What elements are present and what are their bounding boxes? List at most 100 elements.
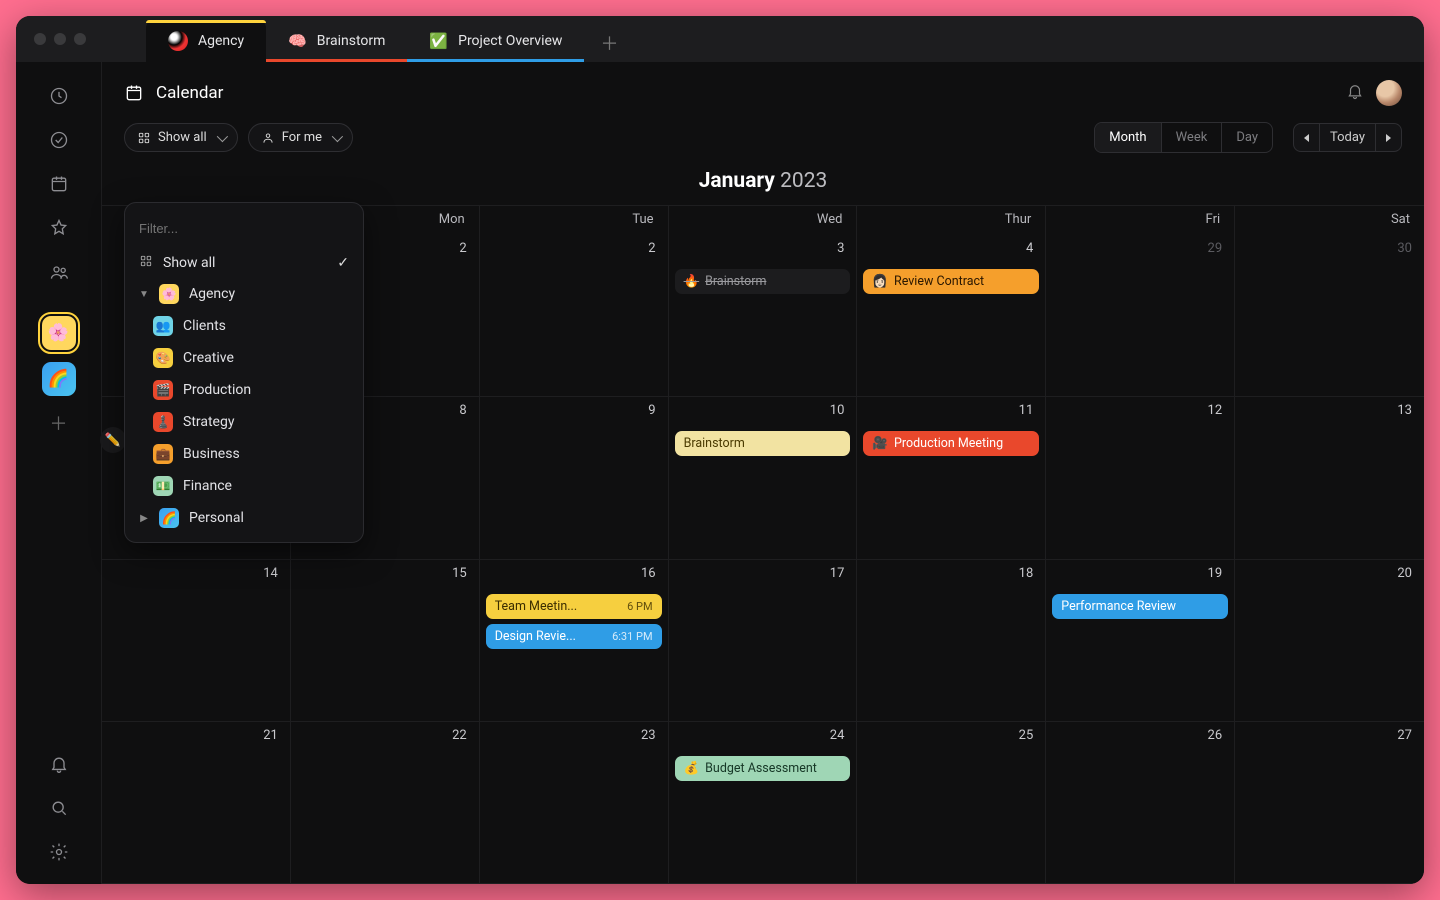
- event-emoji-icon: 🎥: [872, 436, 888, 451]
- calendar-event[interactable]: 🎥 Production Meeting: [863, 431, 1039, 456]
- dropdown-show-all[interactable]: Show all ✓: [125, 248, 363, 278]
- dropdown-item-creative[interactable]: 🎨 Creative: [125, 342, 363, 374]
- day-number: 15: [452, 566, 467, 581]
- sidebar-star-icon[interactable]: [39, 208, 79, 248]
- calendar-cell[interactable]: 13: [1235, 397, 1424, 559]
- calendar-cell[interactable]: 12: [1046, 397, 1235, 559]
- grid-icon: [139, 254, 153, 272]
- calendar-cell[interactable]: 17: [669, 560, 858, 722]
- day-number: 30: [1397, 241, 1412, 256]
- user-avatar[interactable]: [1376, 80, 1402, 106]
- day-number: 3: [837, 241, 844, 256]
- check-icon: ✓: [337, 255, 349, 271]
- sidebar-calendar-icon[interactable]: [39, 164, 79, 204]
- sidebar-clock-icon[interactable]: [39, 76, 79, 116]
- agency-icon: 🌸: [159, 284, 179, 304]
- sidebar-search-icon[interactable]: [39, 788, 79, 828]
- dropdown-item-personal[interactable]: ▶ 🌈 Personal: [125, 502, 363, 534]
- new-tab-button[interactable]: ＋: [590, 24, 628, 62]
- note-icon[interactable]: ✏️: [100, 427, 126, 453]
- prev-period-button[interactable]: [1293, 123, 1320, 152]
- day-number: 24: [830, 728, 845, 743]
- view-week[interactable]: Week: [1162, 123, 1223, 152]
- month-title: January 2023: [102, 165, 1424, 205]
- view-day[interactable]: Day: [1222, 123, 1272, 152]
- next-period-button[interactable]: [1375, 123, 1402, 152]
- calendar-cell[interactable]: 18: [857, 560, 1046, 722]
- calendar-cell[interactable]: 20: [1235, 560, 1424, 722]
- calendar-cell[interactable]: 11🎥Production Meeting: [857, 397, 1046, 559]
- calendar-cell[interactable]: 21: [102, 722, 291, 884]
- sidebar-settings-icon[interactable]: [39, 832, 79, 872]
- calendar-cell[interactable]: 26: [1046, 722, 1235, 884]
- calendar-event[interactable]: 👩🏻Review Contract: [863, 269, 1039, 294]
- dropdown-label: Production: [183, 382, 251, 398]
- event-label: Performance Review: [1061, 599, 1176, 614]
- workspace-agency[interactable]: 🌸: [42, 316, 76, 350]
- calendar-cell[interactable]: 30: [1235, 235, 1424, 397]
- day-number: 22: [452, 728, 467, 743]
- calendar-cell[interactable]: 27: [1235, 722, 1424, 884]
- finance-icon: 💵: [153, 476, 173, 496]
- event-emoji-icon: 🔥: [684, 274, 700, 289]
- calendar-event[interactable]: Design Revie...6:31 PM: [486, 624, 662, 649]
- filter-show-all-button[interactable]: Show all: [124, 123, 238, 152]
- event-emoji-icon: 👩🏻: [872, 274, 888, 289]
- event-label: Team Meetin...: [495, 599, 577, 614]
- dropdown-item-clients[interactable]: 👥 Clients: [125, 310, 363, 342]
- calendar-cell[interactable]: 4👩🏻Review Contract: [857, 235, 1046, 397]
- tab-brainstorm[interactable]: 🧠 Brainstorm: [266, 20, 407, 62]
- minimize-window-icon[interactable]: [54, 33, 66, 45]
- add-workspace-button[interactable]: ＋: [42, 406, 76, 440]
- day-number: 2: [459, 241, 466, 256]
- calendar-cell[interactable]: 19 Performance Review: [1046, 560, 1235, 722]
- dropdown-item-business[interactable]: 💼 Business: [125, 438, 363, 470]
- today-button[interactable]: Today: [1320, 123, 1375, 152]
- close-window-icon[interactable]: [34, 33, 46, 45]
- day-number: 19: [1208, 566, 1223, 581]
- filter-for-me-button[interactable]: For me: [248, 123, 353, 152]
- view-month[interactable]: Month: [1095, 123, 1161, 152]
- sidebar-people-icon[interactable]: [39, 252, 79, 292]
- calendar-event[interactable]: Brainstorm: [675, 431, 851, 456]
- calendar-cell[interactable]: 25: [857, 722, 1046, 884]
- calendar-cell[interactable]: 15: [291, 560, 480, 722]
- calendar-cell[interactable]: 24 💰Budget Assessment: [669, 722, 858, 884]
- filter-search-input[interactable]: [135, 215, 353, 242]
- tab-project-overview[interactable]: ✅ Project Overview: [407, 20, 584, 62]
- event-label: Design Revie...: [495, 629, 576, 644]
- day-number: 20: [1397, 566, 1412, 581]
- calendar-cell[interactable]: 23: [480, 722, 669, 884]
- calendar-cell[interactable]: 3 🔥Brainstorm: [669, 235, 858, 397]
- notification-bell-icon[interactable]: [1346, 82, 1364, 104]
- clients-icon: 👥: [153, 316, 173, 336]
- day-number: 27: [1397, 728, 1412, 743]
- dropdown-item-production[interactable]: 🎬 Production: [125, 374, 363, 406]
- tab-agency[interactable]: Agency: [146, 20, 266, 62]
- page-header: Calendar: [102, 62, 1424, 112]
- calendar-cell[interactable]: 29: [1046, 235, 1235, 397]
- calendar-event[interactable]: Team Meetin...6 PM: [486, 594, 662, 619]
- calendar-cell[interactable]: 14: [102, 560, 291, 722]
- dropdown-item-agency[interactable]: ▼ 🌸 Agency: [125, 278, 363, 310]
- calendar-cell[interactable]: 22: [291, 722, 480, 884]
- event-label: Production Meeting: [894, 436, 1003, 451]
- calendar-event[interactable]: Performance Review: [1052, 594, 1228, 619]
- calendar-cell[interactable]: 10Brainstorm: [669, 397, 858, 559]
- calendar-event[interactable]: 🔥Brainstorm: [675, 269, 851, 294]
- zoom-window-icon[interactable]: [74, 33, 86, 45]
- dropdown-show-all-label: Show all: [163, 255, 215, 271]
- dropdown-item-strategy[interactable]: ♟️ Strategy: [125, 406, 363, 438]
- sidebar-notifications-icon[interactable]: [39, 744, 79, 784]
- tab-label: Project Overview: [458, 33, 562, 49]
- dropdown-item-finance[interactable]: 💵 Finance: [125, 470, 363, 502]
- workspace-personal[interactable]: 🌈: [42, 362, 76, 396]
- calendar-cell[interactable]: 2: [480, 235, 669, 397]
- dropdown-label: Strategy: [183, 414, 234, 430]
- calendar-cell[interactable]: 9: [480, 397, 669, 559]
- calendar-cell[interactable]: 16Team Meetin...6 PMDesign Revie...6:31 …: [480, 560, 669, 722]
- calendar-event[interactable]: 💰Budget Assessment: [675, 756, 851, 781]
- sidebar-check-circle-icon[interactable]: [39, 120, 79, 160]
- brain-icon: 🧠: [288, 32, 307, 50]
- dropdown-label: Creative: [183, 350, 234, 366]
